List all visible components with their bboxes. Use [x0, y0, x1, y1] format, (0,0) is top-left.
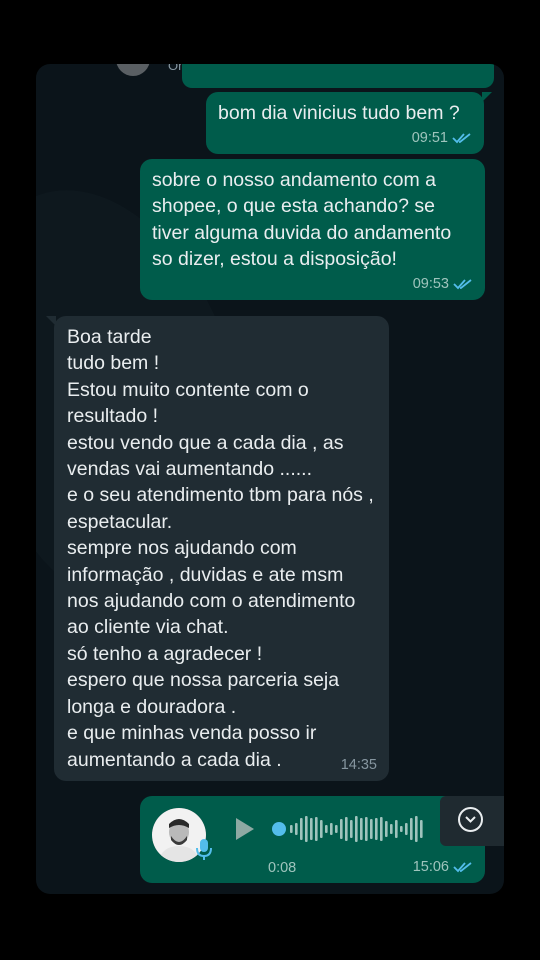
double-check-icon — [452, 133, 471, 144]
double-check-icon — [453, 279, 472, 290]
message-text: bom dia vinicius tudo bem ? — [218, 102, 460, 124]
contact-avatar[interactable] — [116, 64, 150, 76]
bubble-tail — [482, 92, 492, 102]
message-time: 14:35 — [340, 757, 377, 773]
message-meta: 15:06 — [413, 859, 473, 875]
scroll-down-button[interactable] — [440, 796, 504, 846]
message-bubble-incoming[interactable]: Boa tarde tudo bem ! Estou muito content… — [54, 316, 389, 781]
audio-message-bubble[interactable]: 0:08 15:06 — [140, 796, 485, 883]
message-time: 15:06 — [412, 859, 449, 875]
double-check-icon — [453, 862, 472, 873]
chat-window: Online bom dia vinicius tudo bem ? 09:51… — [36, 64, 504, 894]
message-meta: 14:35 — [341, 757, 377, 773]
message-meta: 09:51 — [412, 130, 472, 146]
previous-message-bubble[interactable] — [182, 64, 494, 88]
message-bubble-outgoing[interactable]: sobre o nosso andamento com a shopee, o … — [140, 159, 485, 300]
play-icon[interactable] — [236, 818, 254, 840]
message-text: sobre o nosso andamento com a shopee, o … — [152, 169, 452, 271]
bubble-tail — [46, 316, 56, 326]
message-bubble-outgoing[interactable]: bom dia vinicius tudo bem ? 09:51 — [206, 92, 484, 154]
message-time: 09:53 — [412, 276, 449, 292]
audio-duration: 0:08 — [268, 860, 297, 876]
scroll-down-icon — [458, 807, 483, 832]
microphone-icon — [196, 839, 212, 860]
audio-waveform[interactable] — [272, 814, 442, 844]
message-time: 09:51 — [411, 130, 448, 146]
message-meta: 09:53 — [413, 276, 473, 292]
message-text: Boa tarde tudo bem ! Estou muito content… — [67, 326, 374, 771]
